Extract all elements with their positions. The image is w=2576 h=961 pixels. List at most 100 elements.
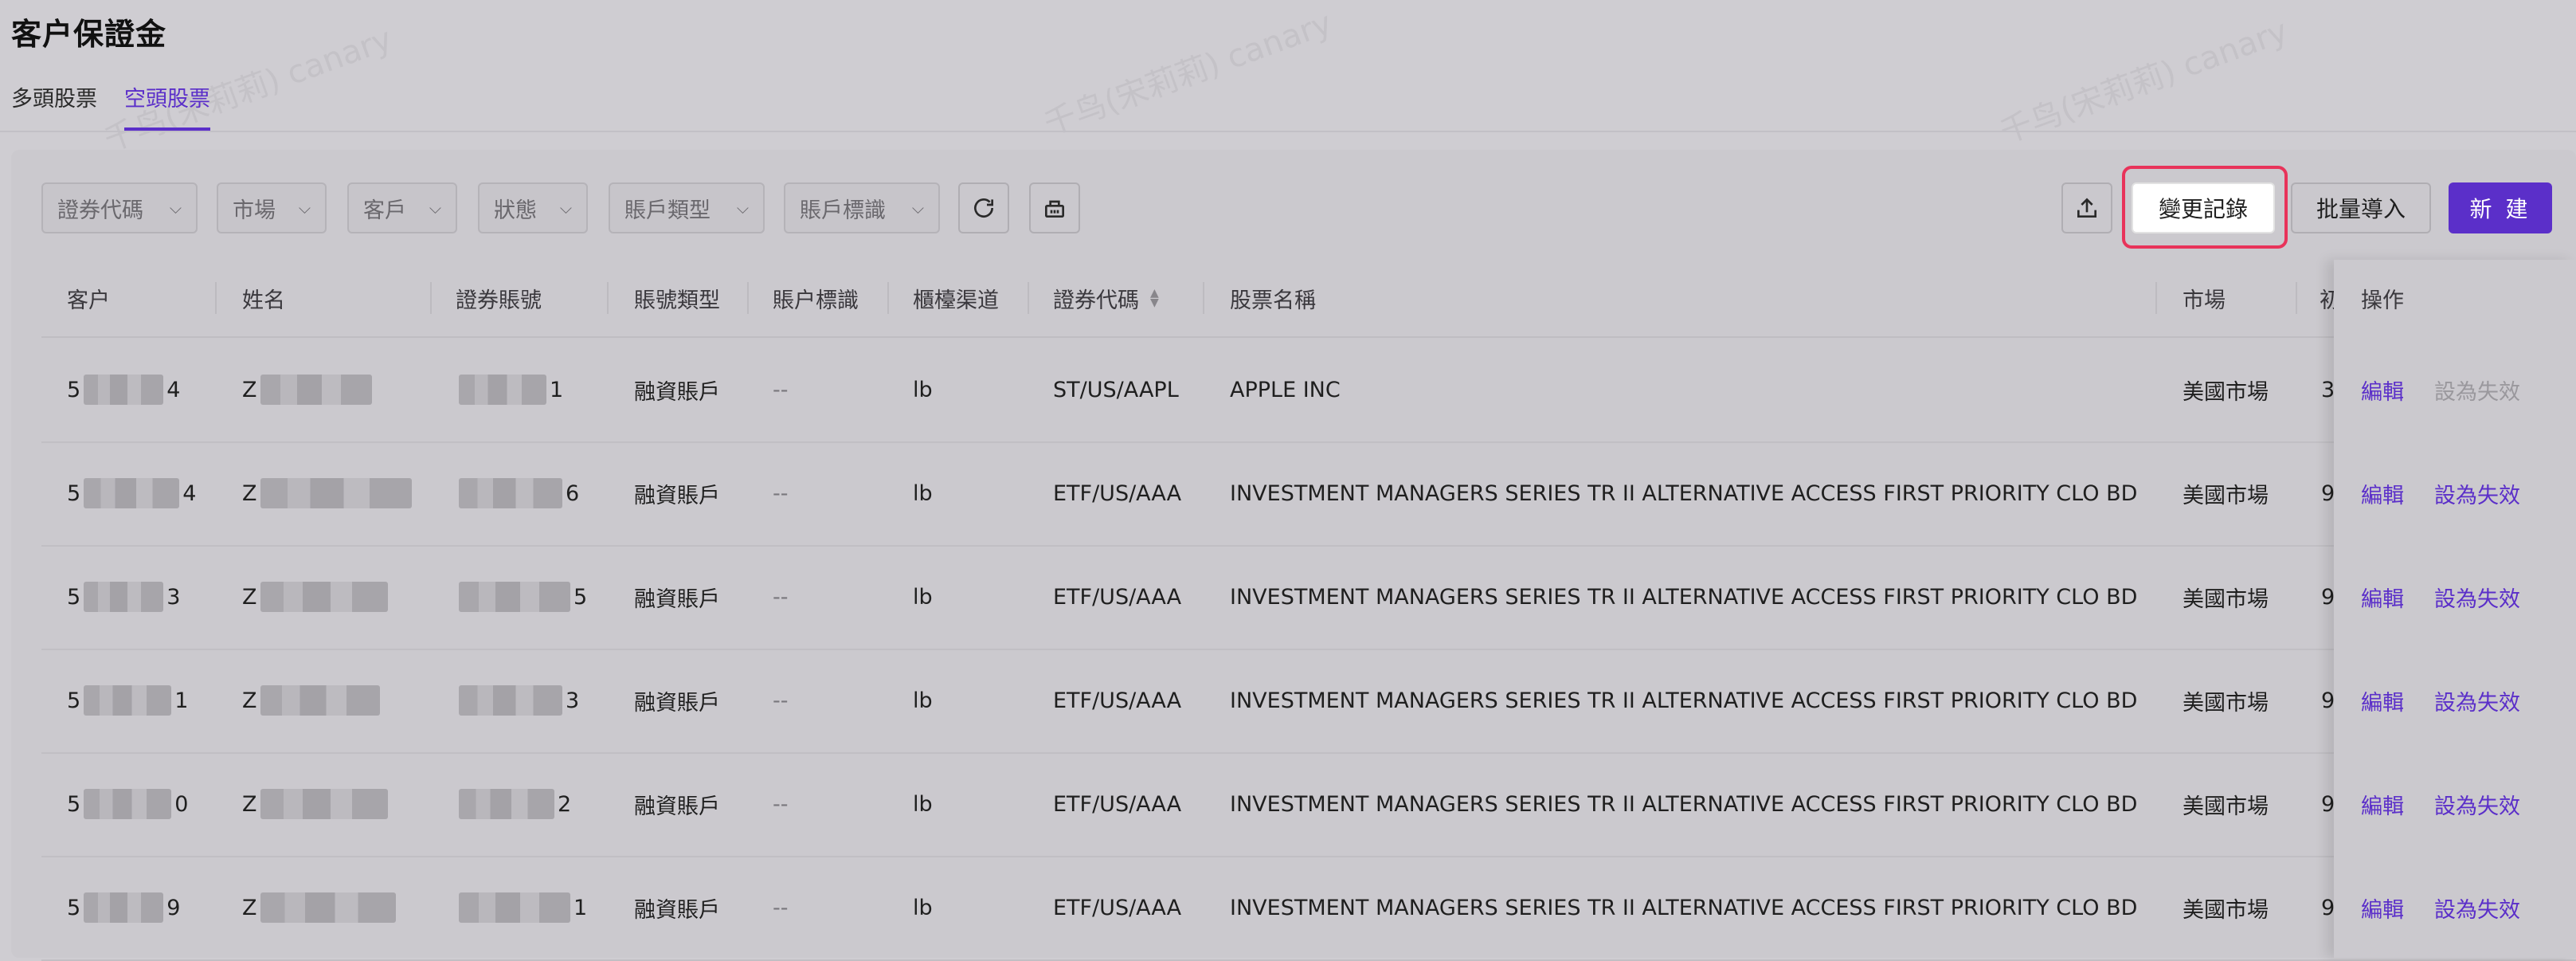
clear-button[interactable] xyxy=(1029,182,1080,233)
column-divider xyxy=(607,282,609,314)
cell-partial: 9 xyxy=(2321,791,2335,817)
account-suffix: 3 xyxy=(566,688,580,713)
cell-account-flag: -- xyxy=(773,377,789,402)
invalidate-link[interactable]: 設為失效 xyxy=(2434,685,2520,716)
redacted-blur xyxy=(459,375,546,405)
cell-securities-account: 3 xyxy=(456,649,579,752)
account-suffix: 6 xyxy=(566,480,580,506)
redacted-blur xyxy=(84,375,164,405)
cell-securities-account: 2 xyxy=(456,752,571,856)
header-stock-name: 股票名稱 xyxy=(1230,288,1316,313)
client-id-prefix: 5 xyxy=(67,377,81,402)
edit-link[interactable]: 編輯 xyxy=(2361,789,2404,820)
cell-stock-name: INVESTMENT MANAGERS SERIES TR II ALTERNA… xyxy=(1230,791,2138,817)
header-operations: 操作 xyxy=(2361,288,2404,313)
invalidate-link[interactable]: 設為失效 xyxy=(2434,892,2520,924)
export-icon xyxy=(2077,198,2096,218)
cell-account-flag: -- xyxy=(773,791,789,817)
chevron-down-icon: ⌵ xyxy=(911,198,924,218)
invalidate-link: 設為失效 xyxy=(2434,379,2520,405)
invalidate-link[interactable]: 設為失效 xyxy=(2434,789,2520,820)
client-filter[interactable]: 客戶 ⌵ xyxy=(347,182,457,233)
table-row: 5 3 Z 5 融資賬戶 -- lb ETF/US/AAA INVESTMENT MANAGER… xyxy=(41,545,2576,650)
cell-market: 美國市場 xyxy=(2183,897,2269,923)
watermark-text: 千鸟(宋莉莉) canary xyxy=(1039,5,1337,143)
client-id-suffix: 1 xyxy=(174,688,189,713)
refresh-button[interactable] xyxy=(958,182,1009,233)
header-securities-account: 證券賬號 xyxy=(456,288,542,313)
client-filter-placeholder: 客戶 xyxy=(363,198,406,223)
operations-cell: 編輯 設為失效 xyxy=(2361,649,2520,752)
redacted-blur xyxy=(260,789,388,819)
cell-stock-name: INVESTMENT MANAGERS SERIES TR II ALTERNA… xyxy=(1230,480,2138,506)
invalidate-link[interactable]: 設為失效 xyxy=(2434,478,2520,509)
cell-account-type: 融資賬戶 xyxy=(634,794,720,819)
cell-name: Z xyxy=(242,856,399,959)
column-divider xyxy=(2155,282,2157,314)
edit-link[interactable]: 編輯 xyxy=(2361,375,2404,406)
operations-cell: 編輯 設為失效 xyxy=(2361,752,2520,856)
operations-column: 操作 編輯 設為失效 編輯 設為失效 編輯 設為失效 編輯 設為失效 編輯 設為失效 編輯 設為失效 xyxy=(2334,260,2576,958)
cell-account-type: 融資賬戶 xyxy=(634,379,720,405)
edit-link[interactable]: 編輯 xyxy=(2361,582,2404,613)
new-button[interactable]: 新 建 xyxy=(2449,182,2552,233)
edit-link[interactable]: 編輯 xyxy=(2361,685,2404,716)
cell-account-type: 融資賬戶 xyxy=(634,897,720,923)
change-log-button[interactable]: 變更記錄 xyxy=(2132,182,2275,233)
cell-securities-account: 1 xyxy=(456,338,563,441)
column-divider xyxy=(2296,282,2297,314)
cell-partial: 3 xyxy=(2321,377,2335,402)
status-filter[interactable]: 狀態 ⌵ xyxy=(478,182,588,233)
invalidate-link[interactable]: 設為失效 xyxy=(2434,582,2520,613)
edit-link[interactable]: 編輯 xyxy=(2361,892,2404,924)
redacted-blur xyxy=(459,582,570,612)
cell-stock-name: INVESTMENT MANAGERS SERIES TR II ALTERNA… xyxy=(1230,688,2138,713)
cell-account-type: 融資賬戶 xyxy=(634,690,720,716)
operations-cell: 編輯 設為失效 xyxy=(2361,441,2520,545)
security-code-filter[interactable]: 證券代碼 ⌵ xyxy=(41,182,198,233)
redacted-blur xyxy=(260,478,412,508)
client-id-prefix: 5 xyxy=(67,895,81,920)
account-suffix: 5 xyxy=(574,584,588,610)
market-filter[interactable]: 市場 ⌵ xyxy=(217,182,327,233)
name-prefix: Z xyxy=(242,688,257,713)
column-divider xyxy=(1203,282,1204,314)
market-filter-placeholder: 市場 xyxy=(233,198,276,223)
export-button[interactable] xyxy=(2061,182,2112,233)
redacted-blur xyxy=(84,685,172,716)
bulk-import-button[interactable]: 批量導入 xyxy=(2291,182,2431,233)
cell-client: 54 xyxy=(67,338,180,441)
cell-client: 59 xyxy=(67,856,180,959)
tab-bar: 多頭股票 空頭股票 xyxy=(11,80,210,131)
chevron-down-icon: ⌵ xyxy=(429,198,441,218)
cell-counter-channel: lb xyxy=(913,480,933,506)
table-row: 5 4 Z 1 融資賬戶 -- lb ST/US/AAPL APPLE INC 美國市場 3 xyxy=(41,338,2576,443)
cell-client: 53 xyxy=(67,545,180,649)
basket-icon xyxy=(1045,200,1064,218)
tab-long-stocks[interactable]: 多頭股票 xyxy=(11,80,97,131)
redacted-blur xyxy=(260,582,388,612)
redacted-blur xyxy=(459,478,562,508)
redacted-blur xyxy=(84,478,180,508)
client-id-suffix: 4 xyxy=(166,377,181,402)
cell-market: 美國市場 xyxy=(2183,690,2269,716)
tab-short-stocks[interactable]: 空頭股票 xyxy=(124,80,210,131)
table-row: 5 1 Z 3 融資賬戶 -- lb ETF/US/AAA INVESTMENT MANAGER… xyxy=(41,649,2576,754)
cell-market: 美國市場 xyxy=(2183,379,2269,405)
cell-security-code: ST/US/AAPL xyxy=(1053,377,1179,402)
edit-link[interactable]: 編輯 xyxy=(2361,478,2404,509)
account-flag-filter[interactable]: 賬戶標識 ⌵ xyxy=(784,182,940,233)
cell-counter-channel: lb xyxy=(913,584,933,610)
cell-stock-name: INVESTMENT MANAGERS SERIES TR II ALTERNA… xyxy=(1230,895,2138,920)
header-security-code[interactable]: 證券代碼 ▲ ▼ xyxy=(1053,260,1159,336)
cell-securities-account: 6 xyxy=(456,441,579,545)
cell-client: 50 xyxy=(67,752,188,856)
header-market: 市場 xyxy=(2183,288,2226,313)
sort-icon[interactable]: ▲ ▼ xyxy=(1150,288,1159,308)
account-type-filter[interactable]: 賬戶類型 ⌵ xyxy=(609,182,765,233)
cell-partial: 9 xyxy=(2321,584,2335,610)
name-prefix: Z xyxy=(242,791,257,817)
header-counter-channel: 櫃檯渠道 xyxy=(913,288,999,313)
cell-name: Z xyxy=(242,338,375,441)
client-id-suffix: 3 xyxy=(166,584,181,610)
